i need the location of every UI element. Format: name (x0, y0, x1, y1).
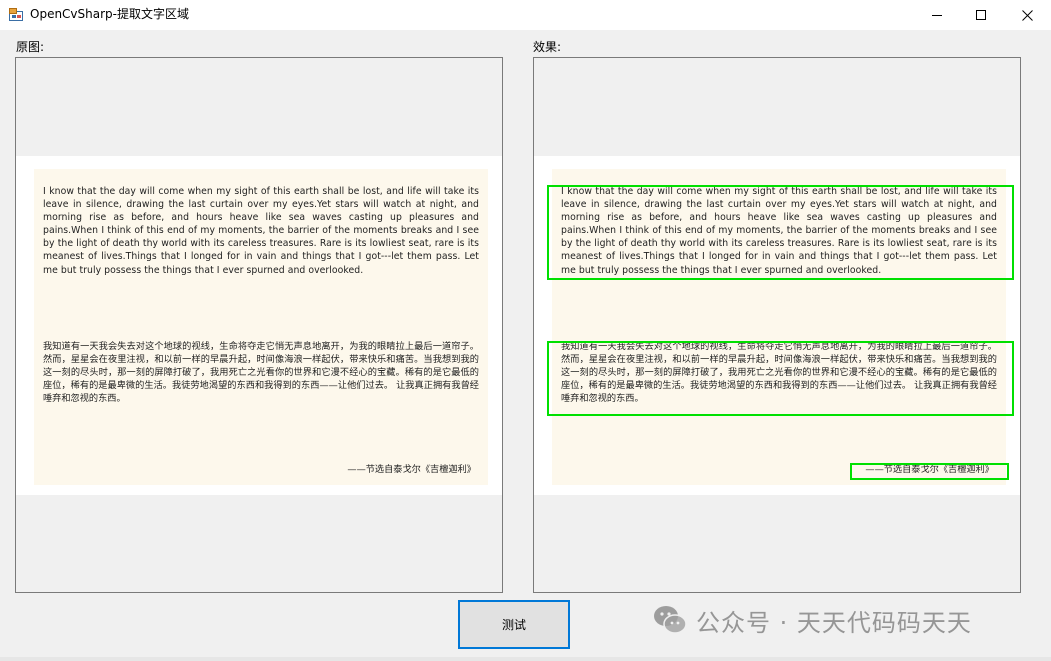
app-icon (9, 8, 23, 21)
close-button[interactable] (1004, 0, 1050, 30)
effect-picture-box: I know that the day will come when my si… (533, 57, 1021, 593)
close-icon (1021, 9, 1033, 21)
minimize-button[interactable] (914, 0, 960, 30)
chinese-paragraph: 我知道有一天我会失去对这个地球的视线，生命将夺走它悄无声息地离开，为我的眼睛拉上… (43, 341, 479, 405)
test-button[interactable]: 测试 (458, 600, 570, 649)
original-image-label: 原图: (16, 40, 45, 54)
title-bar[interactable]: OpenCvSharp-提取文字区域 (0, 0, 1051, 30)
watermark-text: 公众号 · 天天代码码天天 (696, 608, 972, 637)
detection-box-signature (850, 463, 1009, 480)
detection-box-english (547, 185, 1014, 280)
effect-image-label: 效果: (533, 40, 562, 54)
english-paragraph: I know that the day will come when my si… (43, 186, 479, 276)
window-title: OpenCvSharp-提取文字区域 (30, 7, 189, 21)
original-picture-box: I know that the day will come when my si… (15, 57, 503, 593)
signature-line: ——节选自泰戈尔《吉檀迦利》 (347, 464, 476, 475)
wechat-icon (654, 606, 687, 634)
app-window: OpenCvSharp-提取文字区域 原图: 效果: I know that t… (0, 0, 1051, 661)
watermark: 公众号 · 天天代码码天天 (652, 603, 972, 637)
detection-box-chinese (547, 341, 1014, 416)
minimize-icon (932, 15, 942, 16)
window-bottom-edge (0, 657, 1051, 661)
maximize-icon (976, 10, 986, 20)
maximize-button[interactable] (958, 0, 1004, 30)
